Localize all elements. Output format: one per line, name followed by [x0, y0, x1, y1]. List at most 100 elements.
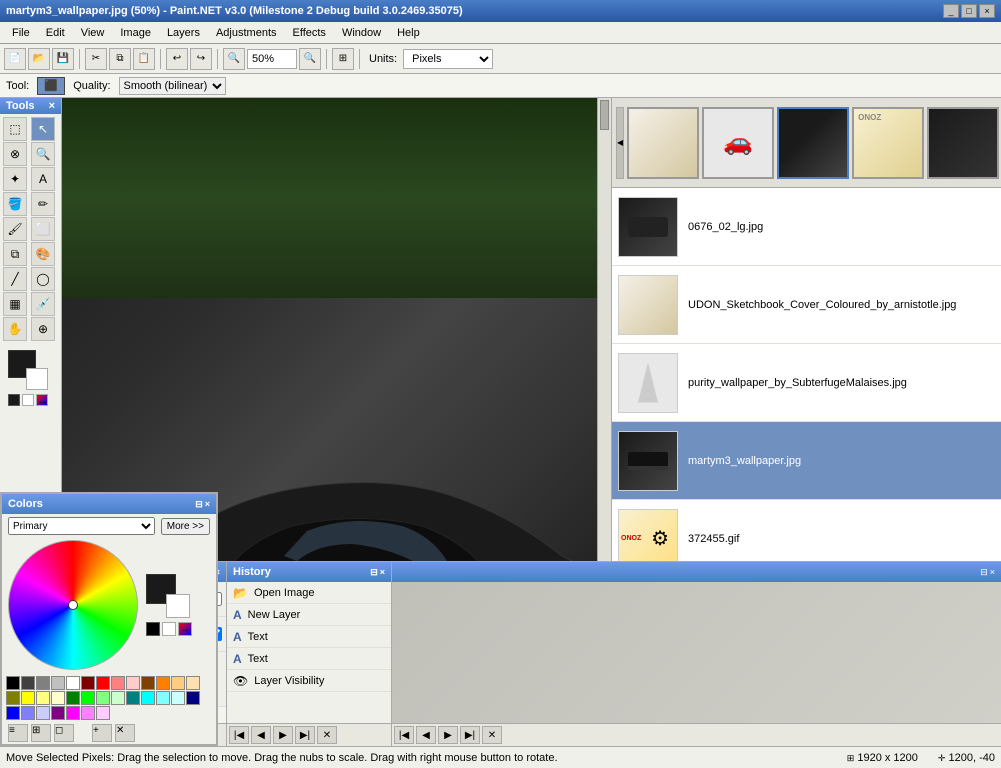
tool-gradient[interactable]: ▦: [3, 292, 27, 316]
palette-teal[interactable]: [126, 691, 140, 705]
palette-navy[interactable]: [186, 691, 200, 705]
quality-select[interactable]: Smooth (bilinear) Nearest neighbor Best …: [119, 77, 226, 95]
colors-btn-5[interactable]: ✕: [115, 724, 135, 742]
open-button[interactable]: 📂: [28, 48, 50, 70]
extra-resize-icon[interactable]: ⊟: [980, 567, 988, 578]
palette-lightred[interactable]: [111, 676, 125, 690]
history-resize-icon[interactable]: ⊟: [370, 567, 378, 578]
history-prev-button[interactable]: ◀: [251, 726, 271, 744]
scrollbar-thumb-v[interactable]: [600, 100, 609, 130]
palette-lightblue[interactable]: [21, 706, 35, 720]
image-row-1[interactable]: 0676_02_lg.jpg: [612, 188, 1001, 266]
history-row-3[interactable]: A Text: [227, 626, 391, 648]
menu-file[interactable]: File: [4, 25, 38, 41]
image-row-2[interactable]: UDON_Sketchbook_Cover_Coloured_by_arnist…: [612, 266, 1001, 344]
history-close-icon[interactable]: ×: [380, 567, 385, 578]
redo-button[interactable]: ↪: [190, 48, 212, 70]
image-row-4[interactable]: martym3_wallpaper.jpg: [612, 422, 1001, 500]
color-wheel[interactable]: [8, 540, 138, 670]
palette-magenta[interactable]: [66, 706, 80, 720]
history-next-button[interactable]: ▶: [273, 726, 293, 744]
paste-button[interactable]: 📋: [133, 48, 155, 70]
palette-lightyellow[interactable]: [36, 691, 50, 705]
zoom-input[interactable]: 50%: [247, 49, 297, 69]
reset-black-dot[interactable]: [146, 622, 160, 636]
tool-zoom[interactable]: 🔍: [31, 142, 55, 166]
tool-brush[interactable]: 🖌: [3, 217, 27, 241]
extra-close-icon[interactable]: ×: [990, 567, 995, 578]
palette-paleblue[interactable]: [36, 706, 50, 720]
colors-btn-2[interactable]: ⊞: [31, 724, 51, 742]
tool-pan[interactable]: ✋: [3, 317, 27, 341]
close-button[interactable]: ×: [979, 4, 995, 18]
color-dot-black[interactable]: [8, 394, 20, 406]
palette-blue[interactable]: [6, 706, 20, 720]
zoom-out-button[interactable]: 🔍: [223, 48, 245, 70]
palette-cream[interactable]: [51, 691, 65, 705]
palette-orange[interactable]: [156, 676, 170, 690]
tool-extra[interactable]: ⊕: [31, 317, 55, 341]
tool-pencil[interactable]: ✏: [31, 192, 55, 216]
extra-btn-3[interactable]: ▶: [438, 726, 458, 744]
palette-darkgreen[interactable]: [66, 691, 80, 705]
palette-brown[interactable]: [141, 676, 155, 690]
maximize-button[interactable]: □: [961, 4, 977, 18]
secondary-swatch[interactable]: [166, 594, 190, 618]
palette-lightorange[interactable]: [171, 676, 185, 690]
color-dot-swap[interactable]: ↔: [36, 394, 48, 406]
extra-btn-1[interactable]: |◀: [394, 726, 414, 744]
palette-darkolive[interactable]: [6, 691, 20, 705]
save-button[interactable]: 💾: [52, 48, 74, 70]
tool-clone[interactable]: ⧉: [3, 242, 27, 266]
tool-magic-wand[interactable]: ✦: [3, 167, 27, 191]
palette-lightgray[interactable]: [51, 676, 65, 690]
menu-view[interactable]: View: [73, 25, 113, 41]
grid-button[interactable]: ⊞: [332, 48, 354, 70]
new-button[interactable]: 📄: [4, 48, 26, 70]
palette-lightcyan[interactable]: [156, 691, 170, 705]
palette-mintgreen[interactable]: [111, 691, 125, 705]
tool-line[interactable]: ╱: [3, 267, 27, 291]
colors-btn-4[interactable]: +: [92, 724, 112, 742]
colors-more-button[interactable]: More >>: [161, 518, 210, 535]
colors-resize-icon[interactable]: ⊟: [195, 499, 203, 510]
palette-black[interactable]: [6, 676, 20, 690]
extra-btn-5[interactable]: ✕: [482, 726, 502, 744]
menu-layers[interactable]: Layers: [159, 25, 208, 41]
menu-image[interactable]: Image: [112, 25, 159, 41]
thumbnail-item-3[interactable]: [777, 107, 849, 179]
palette-lightgreen[interactable]: [96, 691, 110, 705]
thumbnail-item-2[interactable]: 🚗: [702, 107, 774, 179]
reset-white-dot[interactable]: [162, 622, 176, 636]
thumbnail-item-4[interactable]: ONOZ: [852, 107, 924, 179]
extra-btn-4[interactable]: ▶|: [460, 726, 480, 744]
history-first-button[interactable]: |◀: [229, 726, 249, 744]
menu-edit[interactable]: Edit: [38, 25, 73, 41]
units-select[interactable]: Pixels Inches Centimeters: [403, 49, 493, 69]
palette-red[interactable]: [96, 676, 110, 690]
copy-button[interactable]: ⧉: [109, 48, 131, 70]
palette-palecyan[interactable]: [171, 691, 185, 705]
window-controls[interactable]: _ □ ×: [943, 4, 995, 18]
image-row-3[interactable]: purity_wallpaper_by_SubterfugeMalaises.j…: [612, 344, 1001, 422]
palette-green[interactable]: [81, 691, 95, 705]
tool-text[interactable]: A: [31, 167, 55, 191]
palette-darkred[interactable]: [81, 676, 95, 690]
palette-palemagenta[interactable]: [96, 706, 110, 720]
palette-gray[interactable]: [36, 676, 50, 690]
tool-paint-bucket[interactable]: 🪣: [3, 192, 27, 216]
thumb-prev-button[interactable]: ◀: [616, 107, 624, 179]
tool-eraser[interactable]: ⬜: [31, 217, 55, 241]
extra-btn-2[interactable]: ◀: [416, 726, 436, 744]
menu-help[interactable]: Help: [389, 25, 428, 41]
thumbnail-item-5[interactable]: [927, 107, 999, 179]
tool-recolor[interactable]: 🎨: [31, 242, 55, 266]
palette-purple[interactable]: [51, 706, 65, 720]
palette-peach[interactable]: [186, 676, 200, 690]
tool-eyedropper[interactable]: 💉: [31, 292, 55, 316]
palette-pink[interactable]: [126, 676, 140, 690]
palette-cyan[interactable]: [141, 691, 155, 705]
secondary-color-swatch[interactable]: [26, 368, 48, 390]
colors-mode-select[interactable]: Primary Secondary: [8, 517, 155, 535]
undo-button[interactable]: ↩: [166, 48, 188, 70]
